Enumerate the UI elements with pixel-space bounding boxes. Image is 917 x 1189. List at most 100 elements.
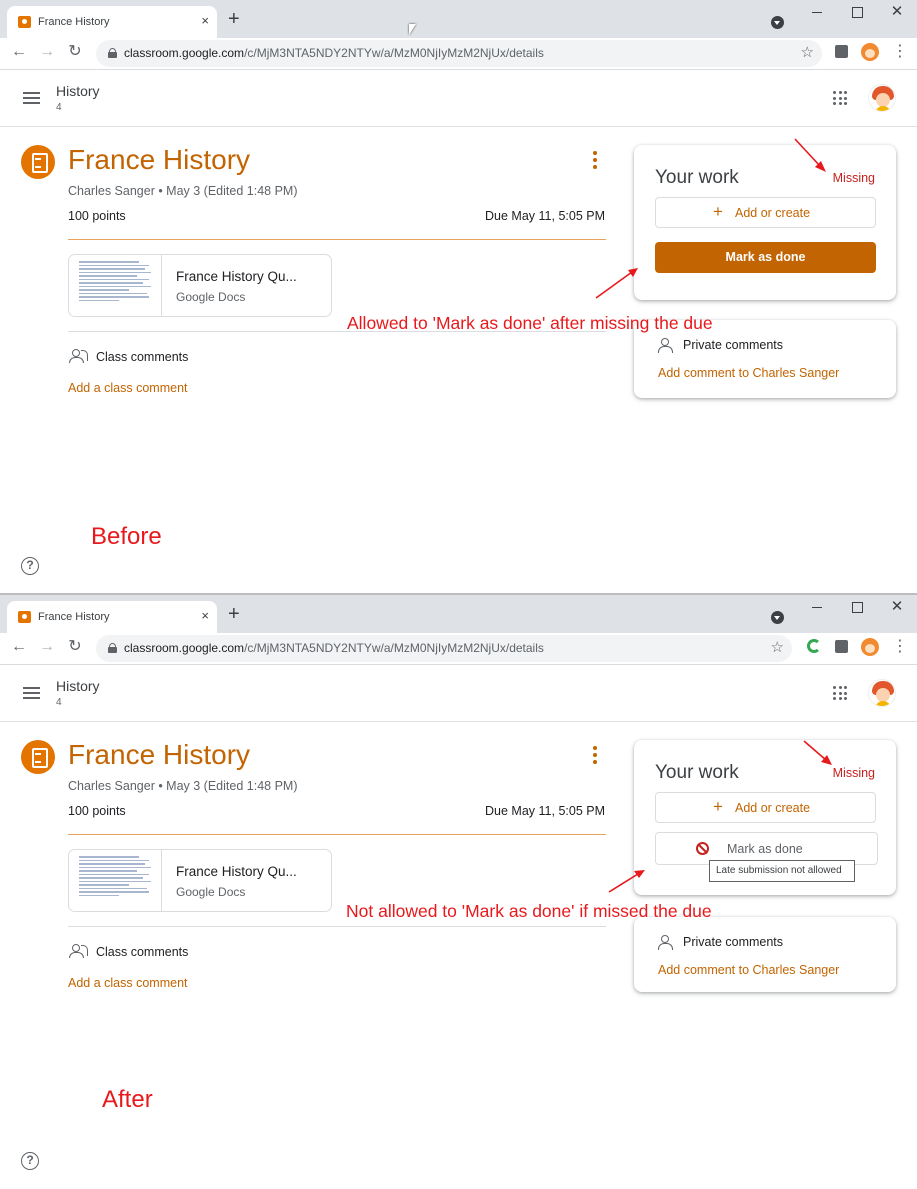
lock-icon[interactable] xyxy=(108,643,117,653)
add-or-create-button[interactable]: + Add or create xyxy=(655,197,876,228)
minimize-icon[interactable] xyxy=(810,600,824,614)
window-close-icon[interactable]: ✕ xyxy=(890,4,904,19)
tab-close-icon[interactable]: × xyxy=(201,13,209,29)
main-menu-icon[interactable] xyxy=(23,687,40,699)
window-close-icon[interactable]: ✕ xyxy=(890,599,904,614)
assignment-due-date: Due May 11, 5:05 PM xyxy=(485,804,605,818)
more-options-icon[interactable] xyxy=(590,746,600,766)
add-private-comment-link[interactable]: Add comment to Charles Sanger xyxy=(658,366,839,380)
browser-menu-icon[interactable]: ⋮ xyxy=(892,638,908,656)
person-icon xyxy=(658,338,673,353)
reload-icon[interactable]: ↻ xyxy=(66,43,84,61)
google-apps-icon[interactable] xyxy=(833,91,847,105)
google-apps-icon[interactable] xyxy=(833,686,847,700)
back-arrow-icon[interactable]: ← xyxy=(10,638,28,656)
class-name[interactable]: History xyxy=(56,678,100,694)
more-options-icon[interactable] xyxy=(590,151,600,171)
people-icon xyxy=(69,349,89,363)
add-or-create-label: Add or create xyxy=(735,206,811,220)
tab-search-icon[interactable] xyxy=(771,611,784,624)
new-tab-button[interactable]: + xyxy=(228,9,240,29)
document-thumbnail xyxy=(69,255,162,316)
private-comments-card: Private comments Add comment to Charles … xyxy=(634,917,896,992)
before-annotation: Allowed to 'Mark as done' after missing … xyxy=(347,313,713,333)
account-avatar[interactable] xyxy=(868,679,896,707)
extension-icon[interactable] xyxy=(807,639,821,653)
main-menu-icon[interactable] xyxy=(23,92,40,104)
browser-toolbar: ← → ↻ classroom.google.com/c/MjM3NTA5NDY… xyxy=(0,38,917,70)
assignment-title: France History xyxy=(68,739,251,770)
assignment-icon xyxy=(21,145,55,179)
add-or-create-label: Add or create xyxy=(735,801,811,815)
help-icon[interactable]: ? xyxy=(21,557,39,575)
browser-profile-avatar[interactable] xyxy=(861,638,879,656)
bookmark-star-icon[interactable]: ☆ xyxy=(801,44,814,62)
class-name[interactable]: History xyxy=(56,83,100,99)
new-tab-button[interactable]: + xyxy=(228,604,240,624)
extensions-puzzle-icon[interactable] xyxy=(835,640,848,653)
screenshot-before: France History × + ✕ ← → ↻ classroom.goo… xyxy=(0,0,917,594)
account-avatar[interactable] xyxy=(868,84,896,112)
tab-title: France History xyxy=(38,611,110,623)
extensions-puzzle-icon[interactable] xyxy=(835,45,848,58)
assignment-title: France History xyxy=(68,144,251,175)
forward-arrow-icon[interactable]: → xyxy=(38,43,56,61)
add-private-comment-link[interactable]: Add comment to Charles Sanger xyxy=(658,963,839,977)
private-comments-heading: Private comments xyxy=(683,338,784,352)
your-work-title: Your work xyxy=(655,762,739,783)
back-arrow-icon[interactable]: ← xyxy=(10,43,28,61)
add-class-comment-link[interactable]: Add a class comment xyxy=(68,381,188,395)
bookmark-star-icon[interactable]: ☆ xyxy=(771,639,784,657)
screenshot-after: France History × + ✕ ← → ↻ classroom.goo… xyxy=(0,595,917,1189)
after-annotation: Not allowed to 'Mark as done' if missed … xyxy=(346,901,712,921)
after-label: After xyxy=(102,1086,153,1113)
your-work-card: Your work Missing + Add or create Mark a… xyxy=(634,145,896,300)
your-work-card: Your work Missing + Add or create Mark a… xyxy=(634,740,896,895)
arrow-to-mark-done xyxy=(595,271,633,299)
tab-search-icon[interactable] xyxy=(771,16,784,29)
attachment-type: Google Docs xyxy=(176,885,246,899)
assignment-due-date: Due May 11, 5:05 PM xyxy=(485,209,605,223)
url-text: classroom.google.com/c/MjM3NTA5NDY2NTYw/… xyxy=(124,46,544,60)
plus-icon: + xyxy=(713,797,723,816)
browser-toolbar: ← → ↻ classroom.google.com/c/MjM3NTA5NDY… xyxy=(0,633,917,665)
help-icon[interactable]: ? xyxy=(21,1152,39,1170)
maximize-icon[interactable] xyxy=(850,600,864,614)
browser-tab[interactable]: France History × xyxy=(7,6,217,38)
assignment-icon xyxy=(21,740,55,774)
address-bar[interactable]: classroom.google.com/c/MjM3NTA5NDY2NTYw/… xyxy=(96,40,822,67)
add-or-create-button[interactable]: + Add or create xyxy=(655,792,876,823)
class-comments-heading: Class comments xyxy=(96,350,189,364)
blocked-icon xyxy=(696,842,709,855)
status-badge: Missing xyxy=(832,171,875,185)
maximize-icon[interactable] xyxy=(850,5,864,19)
minimize-icon[interactable] xyxy=(810,5,824,19)
divider xyxy=(68,926,606,927)
add-class-comment-link[interactable]: Add a class comment xyxy=(68,976,188,990)
class-comments-heading: Class comments xyxy=(96,945,189,959)
class-section: 4 xyxy=(56,102,62,113)
classroom-header: History 4 xyxy=(0,71,917,127)
lock-icon[interactable] xyxy=(108,48,117,58)
tab-close-icon[interactable]: × xyxy=(201,608,209,624)
reload-icon[interactable]: ↻ xyxy=(66,638,84,656)
assignment-meta: Charles Sanger • May 3 (Edited 1:48 PM) xyxy=(68,779,298,793)
address-bar[interactable]: classroom.google.com/c/MjM3NTA5NDY2NTYw/… xyxy=(96,635,792,662)
forward-arrow-icon[interactable]: → xyxy=(38,638,56,656)
attachment-card[interactable]: France History Qu... Google Docs xyxy=(68,849,332,912)
your-work-title: Your work xyxy=(655,167,739,188)
person-icon xyxy=(658,935,673,950)
attachment-title: France History Qu... xyxy=(176,864,297,879)
browser-tab[interactable]: France History × xyxy=(7,601,217,633)
attachment-card[interactable]: France History Qu... Google Docs xyxy=(68,254,332,317)
classroom-favicon-icon xyxy=(18,16,31,28)
classroom-favicon-icon xyxy=(18,611,31,623)
mark-as-done-button[interactable]: Mark as done xyxy=(655,242,876,273)
browser-menu-icon[interactable]: ⋮ xyxy=(892,43,908,61)
late-submission-tooltip: Late submission not allowed xyxy=(709,860,855,882)
tab-title: France History xyxy=(38,16,110,28)
browser-profile-avatar[interactable] xyxy=(861,43,879,61)
people-icon xyxy=(69,944,89,958)
assignment-meta: Charles Sanger • May 3 (Edited 1:48 PM) xyxy=(68,184,298,198)
before-label: Before xyxy=(91,523,162,550)
